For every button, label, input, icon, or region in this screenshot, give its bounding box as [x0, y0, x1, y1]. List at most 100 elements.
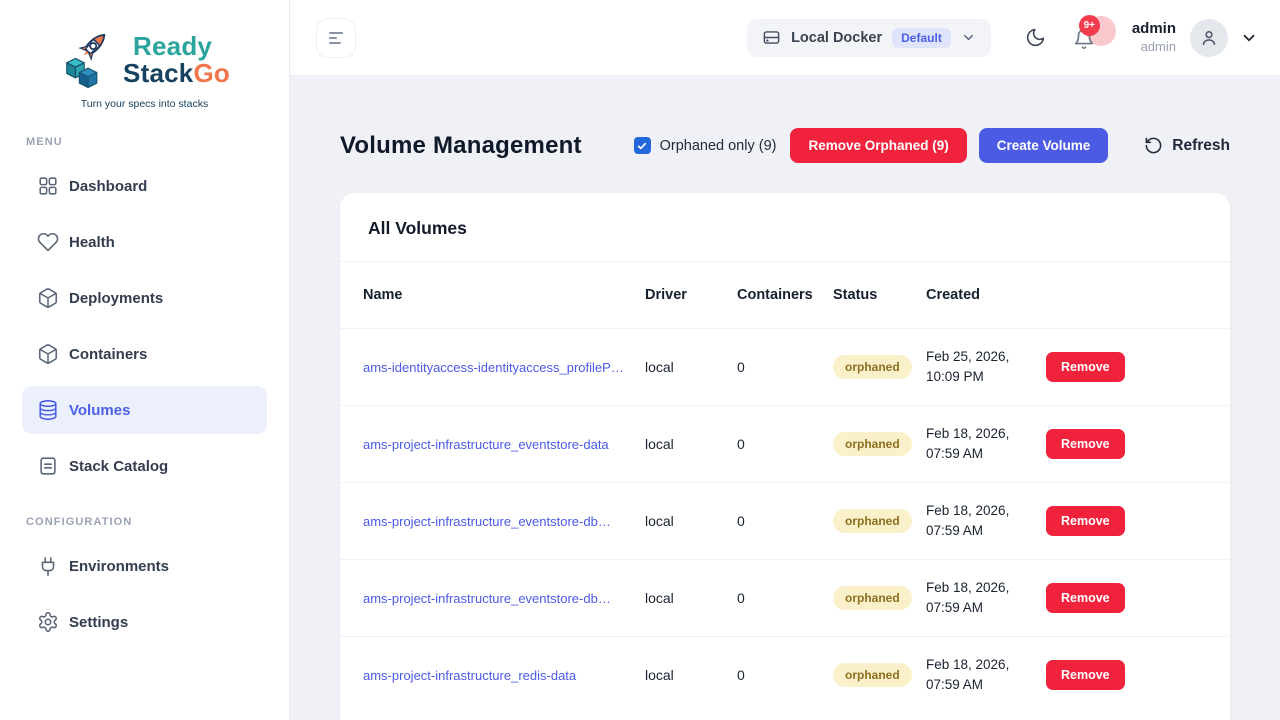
environment-selector[interactable]: Local Docker Default: [747, 19, 991, 57]
created-date-line: Feb 18, 2026,: [926, 424, 1046, 444]
volume-name-link[interactable]: ams-project-infrastructure_eventstore-db…: [363, 514, 645, 529]
database-icon: [36, 398, 60, 422]
volume-name-link[interactable]: ams-identityaccess-identityaccess_profil…: [363, 360, 645, 375]
document-icon: [36, 454, 60, 478]
sidebar-item-health[interactable]: Health: [22, 218, 267, 266]
sidebar-item-deployments[interactable]: Deployments: [22, 274, 267, 322]
column-header-containers: Containers: [737, 287, 833, 303]
status-badge: orphaned: [833, 663, 912, 687]
sidebar-item-settings[interactable]: Settings: [22, 598, 267, 646]
sidebar: ReadyStackGo Turn your specs into stacks…: [0, 0, 290, 720]
sidebar-item-label: Environments: [69, 558, 169, 575]
status-badge: orphaned: [833, 586, 912, 610]
sidebar-item-label: Health: [69, 234, 115, 251]
volume-containers: 0: [737, 436, 833, 452]
created-date-line: Feb 18, 2026,: [926, 501, 1046, 521]
chevron-down-icon: [961, 30, 976, 45]
volume-created: Feb 18, 2026, 07:59 AM: [926, 424, 1046, 464]
remove-volume-button[interactable]: Remove: [1046, 660, 1125, 690]
sidebar-item-containers[interactable]: Containers: [22, 330, 267, 378]
sidebar-item-label: Deployments: [69, 290, 163, 307]
table-header-row: Name Driver Containers Status Created: [340, 262, 1230, 328]
user-role: admin: [1132, 39, 1176, 55]
environment-name: Local Docker: [791, 30, 882, 46]
user-menu-chevron[interactable]: [1240, 29, 1258, 47]
volume-name-link[interactable]: ams-project-infrastructure_eventstore-db…: [363, 591, 645, 606]
refresh-button[interactable]: Refresh: [1144, 136, 1230, 155]
volume-driver: local: [645, 436, 737, 452]
gear-icon: [36, 610, 60, 634]
page-header: Volume Management Orphaned only (9) Remo…: [340, 128, 1230, 163]
moon-icon: [1025, 27, 1046, 48]
content: Volume Management Orphaned only (9) Remo…: [290, 76, 1280, 720]
created-date-line: Feb 25, 2026,: [926, 347, 1046, 367]
volume-containers: 0: [737, 359, 833, 375]
created-time-line: 07:59 AM: [926, 444, 1046, 464]
sidebar-item-label: Containers: [69, 346, 147, 363]
volume-driver: local: [645, 513, 737, 529]
dark-mode-toggle[interactable]: [1025, 27, 1046, 48]
created-date-line: Feb 18, 2026,: [926, 578, 1046, 598]
remove-volume-button[interactable]: Remove: [1046, 506, 1125, 536]
sidebar-item-stack-catalog[interactable]: Stack Catalog: [22, 442, 267, 490]
orphaned-only-checkbox[interactable]: [634, 137, 651, 154]
create-volume-button[interactable]: Create Volume: [979, 128, 1109, 163]
sidebar-item-environments[interactable]: Environments: [22, 542, 267, 590]
created-time-line: 07:59 AM: [926, 598, 1046, 618]
sidebar-section-menu: MENU: [26, 136, 289, 148]
column-header-created: Created: [926, 287, 1046, 303]
plug-icon: [36, 554, 60, 578]
volume-containers: 0: [737, 590, 833, 606]
notification-count-badge: 9+: [1079, 15, 1100, 36]
column-header-driver: Driver: [645, 287, 737, 303]
rocket-stack-logo-icon: [59, 26, 121, 93]
column-header-name: Name: [363, 287, 645, 303]
volume-created: Feb 18, 2026, 07:59 AM: [926, 578, 1046, 618]
sidebar-item-dashboard[interactable]: Dashboard: [22, 162, 267, 210]
refresh-label: Refresh: [1172, 137, 1230, 155]
volume-name-link[interactable]: ams-project-infrastructure_eventstore-da…: [363, 437, 645, 452]
person-icon: [1199, 28, 1219, 48]
user-name: admin: [1132, 20, 1176, 39]
notifications-button[interactable]: 9+: [1070, 15, 1116, 61]
refresh-icon: [1144, 136, 1163, 155]
volume-created: Feb 25, 2026, 10:09 PM: [926, 347, 1046, 387]
status-badge: orphaned: [833, 509, 912, 533]
orphaned-only-label: Orphaned only (9): [660, 138, 777, 154]
brand-wordmark: ReadyStackGo: [123, 33, 230, 86]
sidebar-toggle-button[interactable]: [316, 18, 356, 58]
user-info: admin admin: [1132, 20, 1176, 55]
status-badge: orphaned: [833, 432, 912, 456]
created-time-line: 07:59 AM: [926, 675, 1046, 695]
brand-logo: ReadyStackGo Turn your specs into stacks: [0, 0, 289, 110]
orphaned-only-filter[interactable]: Orphaned only (9): [634, 137, 777, 154]
remove-volume-button[interactable]: Remove: [1046, 352, 1125, 382]
status-badge: orphaned: [833, 355, 912, 379]
sidebar-section-configuration: CONFIGURATION: [26, 516, 289, 528]
hamburger-icon: [327, 31, 345, 45]
remove-volume-button[interactable]: Remove: [1046, 429, 1125, 459]
table-row: ams-identityaccess-identityaccess_profil…: [340, 328, 1230, 405]
table-row: ams-project-infrastructure_eventstore-db…: [340, 559, 1230, 636]
avatar[interactable]: [1190, 19, 1228, 57]
volume-name-link[interactable]: ams-project-infrastructure_redis-data: [363, 668, 645, 683]
remove-volume-button[interactable]: Remove: [1046, 583, 1125, 613]
volume-containers: 0: [737, 513, 833, 529]
table-row: ams-project-infrastructure_redis-data lo…: [340, 636, 1230, 713]
heart-icon: [36, 230, 60, 254]
chevron-down-icon: [1240, 29, 1258, 47]
dashboard-icon: [36, 174, 60, 198]
table-row: ams-project-infrastructure_eventstore-da…: [340, 405, 1230, 482]
remove-orphaned-button[interactable]: Remove Orphaned (9): [790, 128, 966, 163]
all-volumes-card: All Volumes Name Driver Containers Statu…: [340, 193, 1230, 720]
table-row: ams-project-infrastructure_eventstore-db…: [340, 482, 1230, 559]
sidebar-item-volumes[interactable]: Volumes: [22, 386, 267, 434]
main-area: Local Docker Default 9+ admin admin Vol: [290, 0, 1280, 720]
brand-tagline: Turn your specs into stacks: [81, 98, 208, 110]
created-time-line: 07:59 AM: [926, 521, 1046, 541]
environment-default-badge: Default: [892, 28, 951, 48]
cube-icon: [36, 342, 60, 366]
volume-driver: local: [645, 667, 737, 683]
card-title: All Volumes: [340, 193, 1230, 262]
sidebar-item-label: Volumes: [69, 402, 130, 419]
